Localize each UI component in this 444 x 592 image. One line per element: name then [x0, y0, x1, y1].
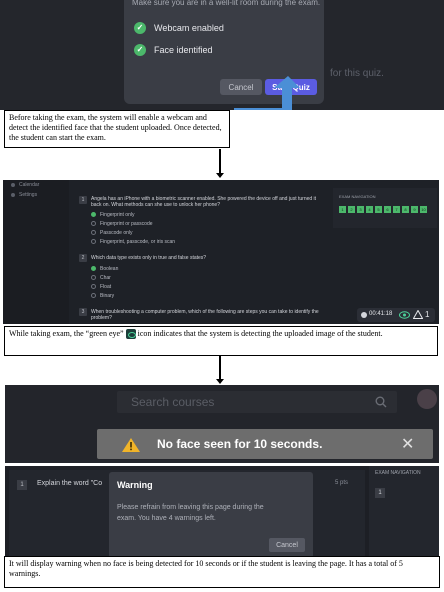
question-text: Explain the word "Co — [37, 480, 103, 487]
exam-navigation-title: EXAM NAVIGATION — [339, 194, 376, 199]
nav-question-button[interactable]: 1 — [375, 488, 385, 498]
pointer-arrow-icon — [234, 76, 300, 110]
cancel-button[interactable]: Cancel — [269, 538, 305, 552]
nav-question-button[interactable]: 5 — [375, 206, 382, 213]
exam-navigation: EXAM NAVIGATION 1 — [369, 466, 439, 556]
answer-option[interactable]: Binary — [91, 293, 114, 299]
down-arrow-icon — [216, 149, 224, 178]
green-eye-icon — [399, 311, 410, 319]
nav-question-button[interactable]: 1 — [339, 206, 346, 213]
radio-icon[interactable] — [91, 275, 96, 281]
toast-message: No face seen for 10 seconds. — [157, 437, 323, 451]
exam-in-progress-panel: Calendar Settings 1 Angela has an iPhone… — [3, 180, 439, 324]
nav-question-button[interactable]: 10 — [420, 206, 427, 213]
dialog-title: Warning — [117, 480, 153, 490]
warning-dialog-panel: 1 Explain the word "Co 5 pts EXAM NAVIGA… — [5, 466, 439, 556]
answer-option[interactable]: Char — [91, 275, 111, 281]
exam-navigation-title: EXAM NAVIGATION — [375, 470, 421, 476]
radio-icon[interactable] — [91, 221, 96, 227]
clock-icon — [361, 312, 367, 318]
dialog-message: Please refrain from leaving this page du… — [117, 504, 264, 522]
webcam-enabled-label: Webcam enabled — [154, 23, 224, 33]
question-points: 5 pts — [335, 480, 349, 486]
answer-option[interactable]: Passcode only — [91, 230, 133, 236]
radio-icon[interactable] — [91, 284, 96, 290]
answer-option[interactable]: Fingerprint only — [91, 212, 134, 218]
sidebar-item-settings[interactable]: Settings — [11, 192, 37, 198]
down-arrow-icon — [216, 356, 224, 384]
radio-icon[interactable] — [91, 239, 96, 245]
check-icon: ✓ — [134, 22, 146, 34]
warning-dialog: Warning Please refrain from leaving this… — [109, 472, 313, 556]
question-text: When troubleshooting a computer problem,… — [91, 309, 319, 321]
exam-status-bar: 00:41:18 1 — [357, 308, 435, 322]
search-icon[interactable] — [375, 396, 387, 408]
question-number: 1 — [17, 480, 27, 490]
close-icon[interactable]: ✕ — [401, 434, 414, 454]
no-face-toast: No face seen for 10 seconds. ✕ — [97, 429, 433, 459]
question-number: 3 — [79, 308, 87, 316]
radio-icon[interactable] — [91, 293, 96, 299]
warning-count: 1 — [425, 310, 430, 319]
exam-navigation: EXAM NAVIGATION 1 2 3 4 5 6 7 8 9 10 — [333, 188, 437, 228]
radio-selected-icon[interactable] — [91, 212, 96, 218]
timer: 00:41:18 — [369, 311, 393, 317]
sidebar-item-calendar[interactable]: Calendar — [11, 182, 39, 188]
avatar[interactable] — [417, 389, 437, 409]
sidebar: Calendar Settings — [3, 180, 69, 324]
face-identified-label: Face identified — [154, 45, 213, 55]
calendar-icon — [11, 182, 15, 187]
caption-warning: It will display warning when no face is … — [4, 556, 440, 588]
answer-option[interactable]: Fingerprint or passcode — [91, 221, 153, 227]
check-icon: ✓ — [134, 44, 146, 56]
nav-question-button[interactable]: 3 — [357, 206, 364, 213]
question-number: 1 — [79, 196, 87, 204]
nav-question-button[interactable]: 8 — [402, 206, 409, 213]
no-face-panel: Search courses No face seen for 10 secon… — [5, 385, 439, 463]
caption-start-quiz: Before taking the exam, the system will … — [4, 110, 230, 148]
answer-option[interactable]: Float — [91, 284, 111, 290]
search-input[interactable]: Search courses — [131, 395, 214, 409]
dialog-hint: Make sure you are in a well-lit room dur… — [132, 0, 321, 7]
radio-selected-icon[interactable] — [91, 266, 96, 272]
nav-question-button[interactable]: 4 — [366, 206, 373, 213]
caption-green-eye: While taking exam, the “green eye” icon … — [4, 326, 438, 356]
question-number: 2 — [79, 254, 87, 262]
gear-icon — [11, 192, 15, 197]
nav-question-button[interactable]: 6 — [384, 206, 391, 213]
question-text: Angela has an iPhone with a biometric sc… — [91, 196, 317, 208]
warning-triangle-icon — [122, 438, 140, 452]
green-eye-icon — [125, 329, 136, 340]
answer-option[interactable]: Fingerprint, passcode, or iris scan — [91, 239, 175, 245]
nav-question-button[interactable]: 2 — [348, 206, 355, 213]
background-text: for this quiz. — [330, 68, 384, 79]
answer-option[interactable]: Boolean — [91, 266, 118, 272]
warning-triangle-icon — [413, 310, 423, 319]
nav-question-button[interactable]: 7 — [393, 206, 400, 213]
tutorial-page: for this quiz. Make sure you are in a we… — [0, 0, 444, 592]
question-text: Which data type exists only in true and … — [91, 255, 207, 261]
radio-icon[interactable] — [91, 230, 96, 236]
search-bar[interactable]: Search courses — [117, 391, 397, 413]
nav-question-button[interactable]: 9 — [411, 206, 418, 213]
start-quiz-panel: for this quiz. Make sure you are in a we… — [0, 0, 444, 110]
